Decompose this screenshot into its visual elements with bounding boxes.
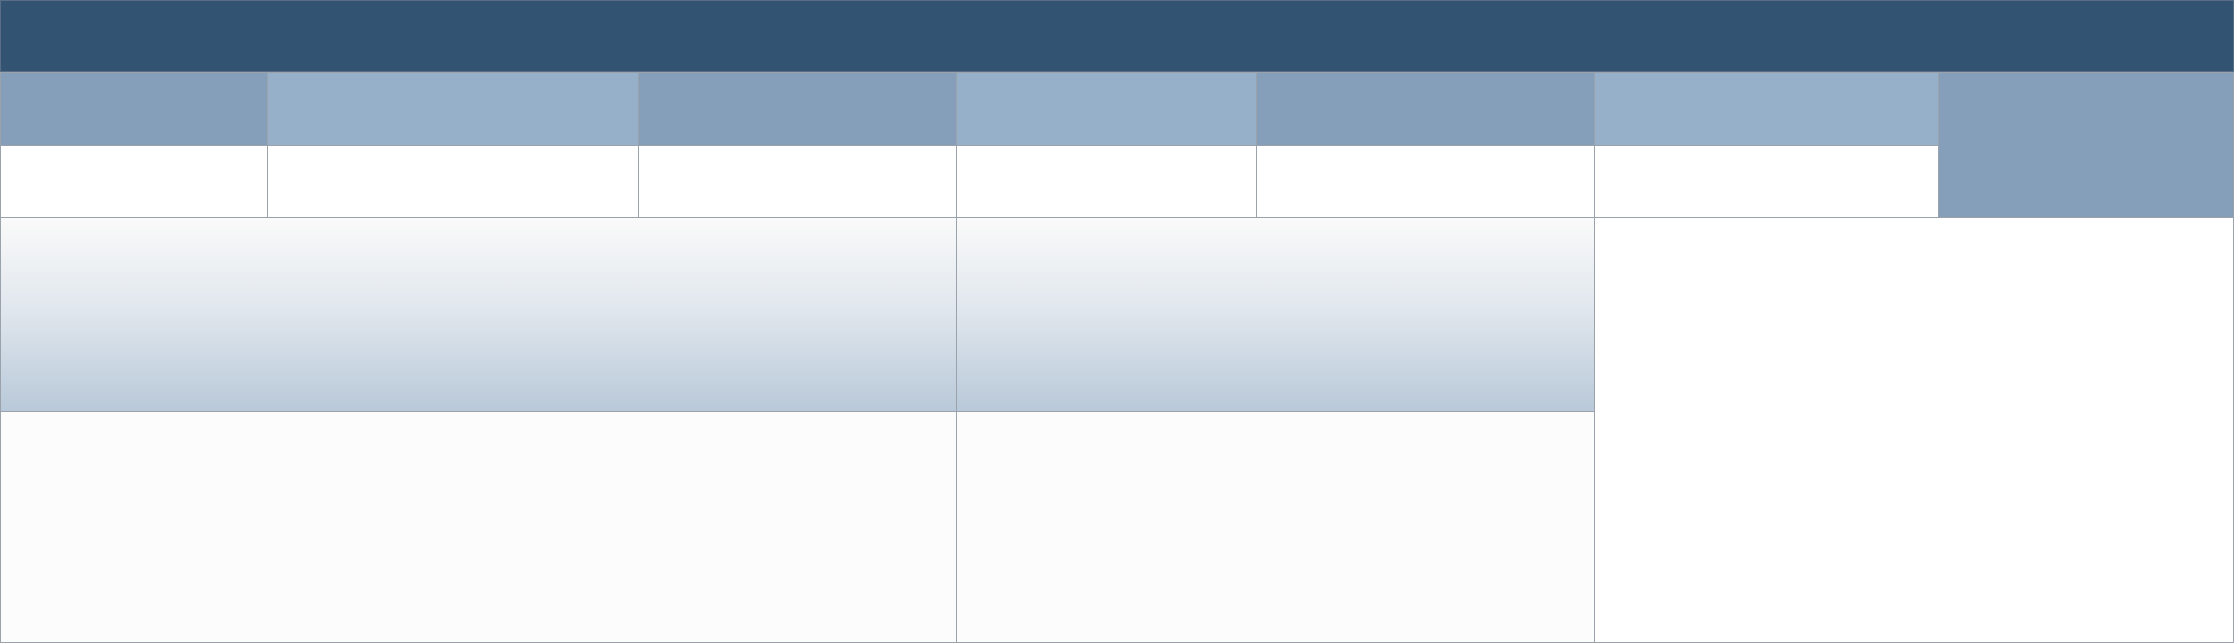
header-cell-2 bbox=[267, 72, 639, 146]
value-cell-3[interactable] bbox=[638, 145, 957, 218]
right-section-panel[interactable] bbox=[1594, 217, 2234, 643]
form-table bbox=[0, 0, 2234, 643]
left-section-body[interactable] bbox=[0, 411, 957, 643]
middle-section-heading bbox=[956, 217, 1595, 412]
header-cell-5 bbox=[1256, 72, 1595, 146]
value-cell-4[interactable] bbox=[956, 145, 1257, 218]
value-cell-1[interactable] bbox=[0, 145, 268, 218]
header-cell-3 bbox=[638, 72, 957, 146]
left-section-heading bbox=[0, 217, 957, 412]
header-cell-7 bbox=[1938, 72, 2234, 218]
value-cell-5[interactable] bbox=[1256, 145, 1595, 218]
header-cell-6 bbox=[1594, 72, 1939, 146]
middle-section-body[interactable] bbox=[956, 411, 1595, 643]
header-cell-1 bbox=[0, 72, 268, 146]
value-cell-2[interactable] bbox=[267, 145, 639, 218]
value-cell-6[interactable] bbox=[1594, 145, 1939, 218]
form-title-bar bbox=[0, 0, 2234, 72]
header-cell-4 bbox=[956, 72, 1257, 146]
